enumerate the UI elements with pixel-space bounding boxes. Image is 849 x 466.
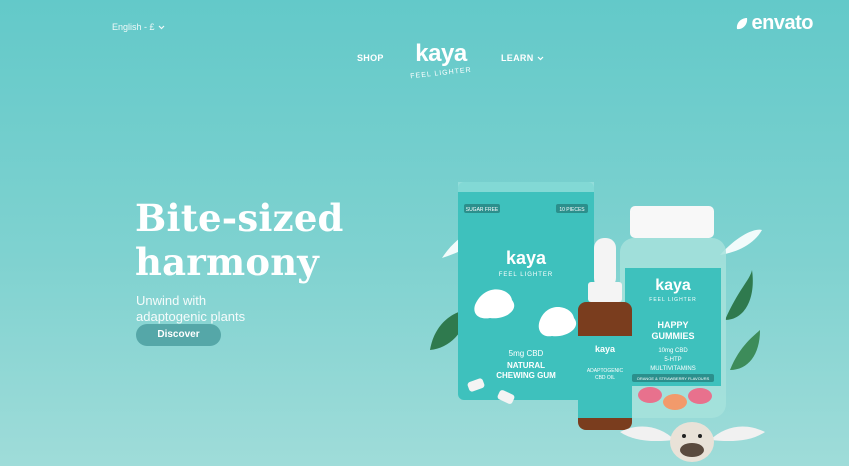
logo-tagline: FEEL LIGHTER xyxy=(410,66,472,81)
language-currency-selector[interactable]: English - £ xyxy=(112,22,165,32)
envato-watermark: envato xyxy=(735,12,814,35)
pack-brand: kaya xyxy=(506,248,547,268)
happy-gummies-jar: kaya FEEL LIGHTER HAPPY GUMMIES 10mg CBD… xyxy=(620,206,726,418)
headline-line-2: harmony xyxy=(135,240,319,284)
product-hero-image: SUGAR FREE 10 PIECES kaya FEEL LIGHTER 5… xyxy=(430,182,765,462)
jar-extra-line-2: MULTIVITAMINS xyxy=(650,366,695,372)
chevron-down-icon xyxy=(537,56,543,60)
bottle-name-line-1: ADAPTOGENIC xyxy=(587,368,624,374)
jar-name-line-1: HAPPY xyxy=(657,320,688,330)
chewing-gum-pack: SUGAR FREE 10 PIECES kaya FEEL LIGHTER 5… xyxy=(458,182,594,404)
nav-shop-link[interactable]: SHOP xyxy=(357,53,384,63)
dog-image xyxy=(620,422,765,462)
chevron-down-icon xyxy=(158,25,164,29)
pack-name-line-1: NATURAL xyxy=(507,361,545,370)
jar-brand: kaya xyxy=(655,277,691,294)
subtitle-line-1: Unwind with xyxy=(136,293,207,308)
pack-dose: 5mg CBD xyxy=(509,349,544,358)
bottle-name-line-2: CBD OIL xyxy=(595,375,615,381)
language-currency-label: English - £ xyxy=(112,22,155,32)
subtitle-line-2: adaptogenic plants xyxy=(136,309,246,324)
jar-tag: FEEL LIGHTER xyxy=(649,297,696,303)
pack-name-line-2: CHEWING GUM xyxy=(496,371,556,380)
jar-extra-line-1: 5-HTP xyxy=(664,357,681,363)
bottle-brand: kaya xyxy=(595,344,616,354)
nav-learn-menu[interactable]: LEARN xyxy=(501,53,544,63)
headline-line-1: Bite-sized xyxy=(135,196,344,240)
kaya-logo[interactable]: kaya FEEL LIGHTER xyxy=(408,40,474,81)
nav-learn-label: LEARN xyxy=(501,53,534,63)
pack-badge-left: SUGAR FREE xyxy=(466,207,499,213)
pack-badge-right: 10 PIECES xyxy=(559,207,585,213)
pack-tag: FEEL LIGHTER xyxy=(499,272,553,278)
envato-leaf-icon xyxy=(736,17,747,29)
jar-dose: 10mg CBD xyxy=(658,348,688,354)
jar-flavour: ORANGE & STRAWBERRY FLAVOURS xyxy=(637,376,710,381)
envato-wordmark: envato xyxy=(751,12,814,34)
hero-subtitle: Unwind with adaptogenic plants xyxy=(136,293,245,325)
logo-wordmark: kaya xyxy=(415,40,467,67)
jar-name-line-2: GUMMIES xyxy=(651,331,694,341)
discover-button[interactable]: Discover xyxy=(136,324,221,346)
hero-headline: Bite-sized harmony xyxy=(135,196,344,284)
